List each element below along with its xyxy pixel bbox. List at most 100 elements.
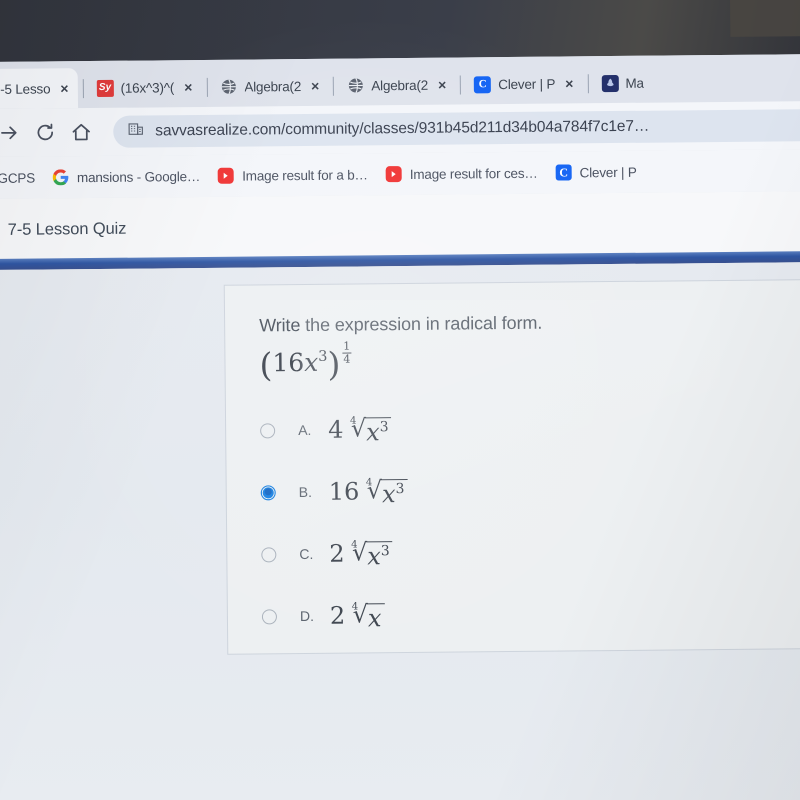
tab-close-icon[interactable]: × xyxy=(57,79,71,97)
tab-title: 7-5 Lesso xyxy=(0,80,51,97)
tab-close-icon[interactable]: × xyxy=(181,78,195,96)
expression-close-paren: ) xyxy=(327,344,341,384)
symbolab-icon: Sy xyxy=(96,79,114,97)
question-card: Write the expression in radical form. ( … xyxy=(224,280,800,654)
tab-title: Ma xyxy=(625,75,644,91)
radio-button-d[interactable] xyxy=(261,608,278,624)
browser-tab-strip[interactable]: 7-5 Lesso × Sy (16x^3)^( × Algebra(2 × A… xyxy=(0,53,800,110)
radical-a: 4 √ x3 xyxy=(345,414,392,446)
option-letter-d: D. xyxy=(299,607,315,625)
expression-variable-power: 3 xyxy=(318,348,328,365)
window-titlebar-bezel xyxy=(0,0,800,63)
screenshot-root: 7-5 Lesso × Sy (16x^3)^( × Algebra(2 × A… xyxy=(0,0,800,800)
browser-tab-4[interactable]: C Clever | P × xyxy=(466,63,583,104)
radicand-d: x xyxy=(366,602,385,632)
tab-close-icon[interactable]: × xyxy=(435,76,449,94)
browser-tab-3[interactable]: Algebra(2 × xyxy=(339,65,455,106)
expression-variable: x xyxy=(304,347,319,378)
radicand-c: x3 xyxy=(366,540,393,570)
option-expression-c: 2 4 √ x3 xyxy=(329,538,393,570)
bookmark-label: Clever | P xyxy=(579,164,637,180)
question-expression: ( 16 x 3 ) 1 4 xyxy=(259,340,352,385)
browser-tab-5[interactable]: Ma xyxy=(593,63,650,104)
fraction-denominator: 4 xyxy=(342,352,352,366)
option-expression-d: 2 4 √ x xyxy=(329,600,385,632)
tab-separator xyxy=(460,75,462,95)
expression-open-paren: ( xyxy=(259,345,273,385)
forward-button[interactable] xyxy=(0,115,27,151)
radicand-variable: x xyxy=(367,603,382,632)
radical-b: 4 √ x3 xyxy=(361,476,408,508)
clever-icon: C xyxy=(555,164,572,181)
radicand-power: 3 xyxy=(395,480,405,497)
bookmark-label: mansions - Google… xyxy=(76,168,201,185)
bookmark-label: PGCPS xyxy=(0,170,36,186)
answer-option-a[interactable]: A. 4 4 √ x3 xyxy=(260,394,793,461)
radicand-b: x3 xyxy=(380,478,408,508)
bookmark-image-result-ces[interactable]: Image result for ces… xyxy=(377,161,547,187)
bookmark-mansions-google[interactable]: mansions - Google… xyxy=(44,164,209,190)
answer-options-list: A. 4 4 √ x3 B. 16 4 √ x3 C. 2 4 √ x3 D. … xyxy=(260,394,794,647)
radio-button-b[interactable] xyxy=(260,484,276,500)
option-coefficient: 4 xyxy=(328,415,344,444)
navy-crest-icon xyxy=(601,74,619,92)
radicand-a: x3 xyxy=(365,416,392,446)
expression-coefficient: 16 xyxy=(272,348,305,378)
radicand-power: 3 xyxy=(379,418,389,435)
question-prompt: Write the expression in radical form. xyxy=(259,312,543,336)
answer-option-b[interactable]: B. 16 4 √ x3 xyxy=(260,456,793,523)
tab-close-icon[interactable]: × xyxy=(308,77,322,95)
address-bar[interactable]: savvasrealize.com/community/classes/931b… xyxy=(113,108,800,148)
option-expression-a: 4 4 √ x3 xyxy=(328,414,392,446)
option-coefficient: 2 xyxy=(329,539,345,568)
address-bar-url: savvasrealize.com/community/classes/931b… xyxy=(155,117,650,140)
clever-icon: C xyxy=(474,75,492,93)
tab-separator xyxy=(82,79,84,99)
radio-button-a[interactable] xyxy=(260,422,276,438)
radicand-power: 3 xyxy=(380,542,390,559)
answer-option-c[interactable]: C. 2 4 √ x3 xyxy=(261,518,794,585)
radicand-variable: x xyxy=(367,541,382,570)
option-coefficient: 2 xyxy=(329,601,346,630)
radicand-variable: x xyxy=(381,479,396,508)
tab-title: (16x^3)^( xyxy=(120,79,175,96)
radicand-variable: x xyxy=(366,417,380,446)
youtube-icon xyxy=(385,166,402,183)
browser-tab-2[interactable]: Algebra(2 × xyxy=(212,66,328,107)
answer-option-d[interactable]: D. 2 4 √ x xyxy=(261,580,795,647)
bookmark-label: Image result for ces… xyxy=(409,165,538,182)
radio-button-c[interactable] xyxy=(261,546,277,562)
building-icon xyxy=(127,121,144,143)
tab-separator xyxy=(333,76,335,96)
radical-index: 4 xyxy=(365,477,373,489)
tab-close-icon[interactable]: × xyxy=(562,74,576,92)
reload-button[interactable] xyxy=(27,114,63,150)
expression-fraction-exponent: 1 4 xyxy=(342,339,352,366)
bookmark-pgcps[interactable]: PGCPS xyxy=(0,166,44,190)
browser-tab-1[interactable]: Sy (16x^3)^( × xyxy=(88,67,201,108)
radical-c: 4 √ x3 xyxy=(346,538,393,570)
app-header: it 7-5 Lesson Quiz xyxy=(0,190,800,262)
fraction-numerator: 1 xyxy=(343,339,351,353)
radical-index: 4 xyxy=(349,415,357,427)
youtube-icon xyxy=(218,167,235,184)
option-letter-c: C. xyxy=(299,545,314,563)
tab-separator xyxy=(206,77,208,97)
option-letter-a: A. xyxy=(298,421,312,439)
tab-title: Algebra(2 xyxy=(371,77,429,93)
radical-d: 4 √ x xyxy=(347,600,385,632)
bezel-corner-highlight xyxy=(729,0,800,37)
radical-index: 4 xyxy=(351,601,359,613)
bookmark-image-result-a-b[interactable]: Image result for a b… xyxy=(209,162,377,188)
radical-index: 4 xyxy=(351,539,358,551)
option-coefficient: 16 xyxy=(328,477,360,506)
browser-tab-0[interactable]: 7-5 Lesso × xyxy=(0,68,78,110)
option-expression-b: 16 4 √ x3 xyxy=(328,476,408,508)
home-button[interactable] xyxy=(63,114,99,150)
browser-toolbar: savvasrealize.com/community/classes/931b… xyxy=(0,100,800,158)
page-title: 7-5 Lesson Quiz xyxy=(7,219,127,239)
google-icon xyxy=(52,169,69,186)
globe-icon xyxy=(347,77,364,94)
bookmark-clever[interactable]: C Clever | P xyxy=(547,160,646,185)
globe-icon xyxy=(220,78,237,95)
